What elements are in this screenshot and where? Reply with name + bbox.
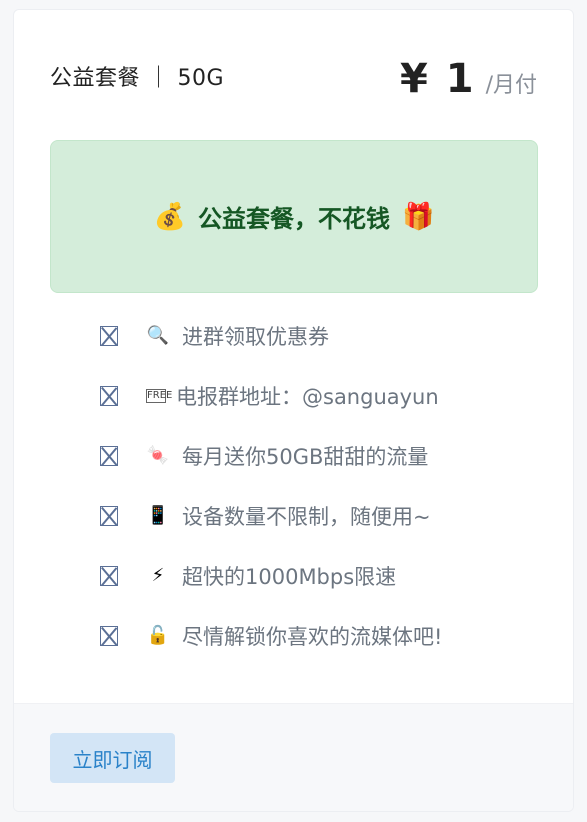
- free-button-icon: FREE: [146, 389, 173, 403]
- money-bag-icon: 💰: [153, 201, 186, 232]
- feature-text: 尽情解锁你喜欢的流媒体吧!: [182, 625, 443, 649]
- checkbox-icon: [100, 446, 118, 466]
- feature-item: 🔓 尽情解锁你喜欢的流媒体吧!: [100, 606, 442, 666]
- feature-item: ⚡ 超快的1000Mbps限速: [100, 546, 442, 606]
- feature-item: 📱 设备数量不限制，随便用~: [100, 486, 442, 546]
- feature-text: 进群领取优惠券: [182, 325, 329, 349]
- plan-card: 公益套餐 ｜ 50G ¥ 1 /月付 💰 公益套餐，不花钱 🎁 🔍 进群领取优惠…: [13, 9, 574, 812]
- feature-item: FREE 电报群地址：@sanguayun: [100, 366, 442, 426]
- candy-icon: 🍬: [146, 445, 170, 466]
- lightning-icon: ⚡: [151, 565, 165, 586]
- price-amount: ¥ 1: [399, 56, 476, 102]
- feature-text: 电报群地址：@sanguayun: [176, 385, 439, 409]
- checkbox-icon: [100, 566, 118, 586]
- magnifier-icon: 🔍: [146, 325, 170, 346]
- feature-text: 超快的1000Mbps限速: [182, 565, 397, 589]
- feature-item: 🔍 进群领取优惠券: [100, 306, 442, 366]
- promo-banner: 💰 公益套餐，不花钱 🎁: [50, 140, 538, 293]
- checkbox-icon: [100, 506, 118, 526]
- card-footer: 立即订阅: [14, 703, 573, 811]
- feature-text: 设备数量不限制，随便用~: [182, 505, 431, 529]
- unlock-icon: 🔓: [146, 625, 170, 646]
- checkbox-icon: [100, 626, 118, 646]
- banner-title: 公益套餐，不花钱: [198, 205, 390, 233]
- feature-text: 每月送你50GB甜甜的流量: [182, 445, 429, 469]
- mobile-phone-icon: 📱: [146, 505, 170, 526]
- subscribe-button[interactable]: 立即订阅: [50, 733, 175, 783]
- plan-name: 公益套餐 ｜ 50G: [50, 66, 225, 91]
- plan-price: ¥ 1 /月付: [400, 56, 537, 102]
- checkbox-icon: [100, 326, 118, 346]
- gift-icon: 🎁: [402, 201, 435, 232]
- feature-list: 🔍 进群领取优惠券 FREE 电报群地址：@sanguayun 🍬 每月送你50…: [100, 306, 442, 666]
- checkbox-icon: [100, 386, 118, 406]
- price-period: /月付: [485, 73, 537, 98]
- feature-item: 🍬 每月送你50GB甜甜的流量: [100, 426, 442, 486]
